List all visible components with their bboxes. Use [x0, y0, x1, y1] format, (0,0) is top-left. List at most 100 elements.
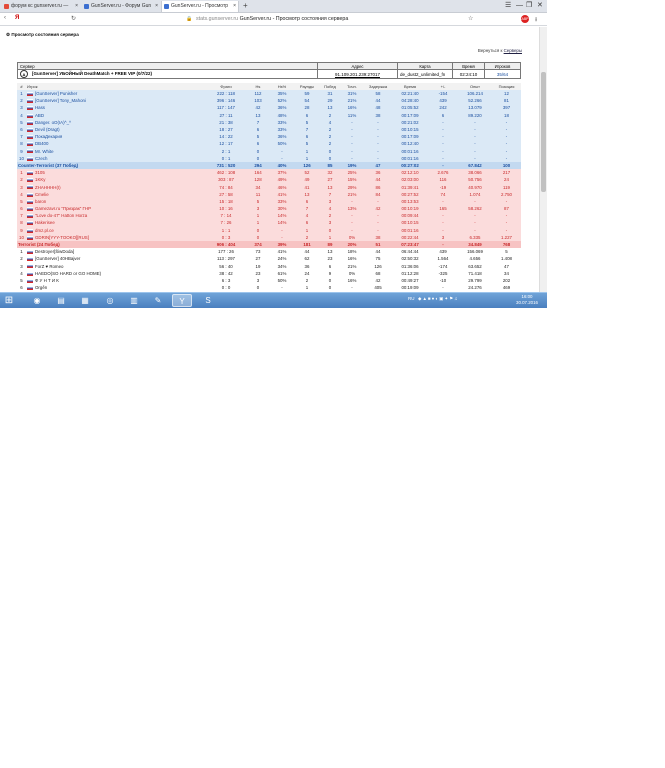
cell-text: 40%: [277, 162, 287, 168]
cell: 6: [17, 205, 26, 213]
tab-forum[interactable]: GunServer.ru - Форум Gun ×: [82, 1, 160, 12]
cell-text: -: [474, 155, 476, 161]
cell-text: 2.676: [437, 170, 449, 176]
cell-text: 02:03:00: [401, 177, 419, 183]
server-address[interactable]: 91.109.201.239:27017: [317, 69, 398, 79]
player-name[interactable]: Mr. White: [26, 147, 206, 155]
player-name[interactable]: [GunServer] Punisher: [26, 90, 206, 98]
cell: 14%: [270, 219, 294, 227]
scrollbar-thumb[interactable]: [541, 72, 546, 192]
reload-icon[interactable]: ↻: [71, 15, 76, 22]
cell: -: [364, 226, 392, 234]
cell: 16%: [340, 255, 364, 263]
tool-icon[interactable]: ✎: [148, 294, 168, 307]
winrar-icon[interactable]: ▥: [124, 294, 144, 307]
yandex-logo-icon[interactable]: Я: [15, 15, 19, 21]
player-name[interactable]: 1KKy: [26, 176, 206, 184]
cell: 0: [320, 147, 340, 155]
player-name[interactable]: HAEDO(SO HARD or GO HOME): [26, 269, 206, 277]
files-icon[interactable]: ▦: [75, 294, 95, 307]
close-tab-icon[interactable]: ×: [155, 1, 158, 12]
cell: 2: [320, 125, 340, 134]
player-name[interactable]: Gamezavr.ru "Призрак" ГНР: [26, 205, 206, 213]
tray-icons[interactable]: ◆▲■●◐▣✦⚑♫: [416, 296, 459, 301]
tab-forum-search[interactable]: форум кс gunserver.ru — ×: [2, 1, 80, 12]
cell: 34%: [270, 262, 294, 270]
cell: 12: [492, 90, 521, 98]
chrome-icon[interactable]: ◉: [27, 294, 47, 307]
page-scrollbar[interactable]: [539, 27, 547, 292]
cell-text: -: [377, 198, 379, 204]
close-tab-icon[interactable]: ×: [233, 1, 236, 12]
windows-start-icon[interactable]: ⊞: [1, 293, 17, 308]
language-indicator[interactable]: RU: [408, 296, 415, 301]
player-name[interactable]: Hass: [26, 104, 206, 112]
cell-text: 0%: [348, 234, 356, 240]
cell: 71.418: [458, 269, 492, 277]
player-name[interactable]: baron: [26, 197, 206, 205]
spectator-player-row: 2 [GunServer] 40HBajver 113 : 297 27 24% 62 23…: [17, 255, 521, 263]
adblock-icon[interactable]: ABP: [521, 15, 529, 23]
cell: 24.276: [458, 284, 492, 292]
cell: 6.335: [458, 233, 492, 241]
player-name[interactable]: ForZ ♥ Romeo: [26, 262, 206, 270]
player-name[interactable]: Orgěn: [26, 284, 206, 292]
download-icon[interactable]: ⭳: [535, 15, 537, 25]
cell: 1 : 1: [206, 226, 246, 234]
cell: 3: [17, 104, 26, 112]
cell-text: -: [442, 148, 444, 154]
cell: 1.074: [458, 190, 492, 198]
new-tab-button[interactable]: +: [243, 0, 248, 12]
bookmark-star-icon[interactable]: ☆: [468, 15, 473, 22]
maximize-icon[interactable]: ❐: [526, 0, 532, 12]
player-name[interactable]: [GunServer] Tony_Mahoni: [26, 97, 206, 105]
player-name[interactable]: Hakerisee: [26, 219, 206, 227]
player-name[interactable]: Ф У Н Т И К: [26, 276, 206, 285]
t-player-row: 4 Cmelie 27 : 58 11 41% 13 7 21% 84 00:27:52 74 1.0…: [17, 190, 521, 198]
cell-text: 5: [20, 119, 23, 125]
player-name[interactable]: GDRIN[YYY-TOOKO][RUS]: [26, 233, 206, 241]
explorer-folder-icon[interactable]: ▤: [51, 294, 71, 307]
cell: -: [270, 226, 294, 234]
cell-text: 54: [304, 98, 310, 104]
skype-icon[interactable]: S: [198, 294, 218, 307]
cell-text: 4: [305, 213, 309, 219]
cell: 38: [364, 111, 392, 119]
clock[interactable]: 16:00 30.07.2016: [512, 294, 542, 306]
steam-icon[interactable]: ◎: [100, 294, 120, 307]
cell-text: Побед: [324, 84, 336, 89]
cell: 0%: [340, 233, 364, 241]
close-window-icon[interactable]: ✕: [537, 0, 543, 12]
player-name[interactable]: Devil (Dragt): [26, 125, 206, 134]
country-flag-icon: [27, 228, 33, 233]
cell: 405: [364, 284, 392, 292]
cell-text: HAEDO(SO HARD or GO HOME): [35, 270, 102, 276]
player-name[interactable]: ABD: [26, 111, 206, 119]
player-name[interactable]: Destroyer[ŠiwDoda]: [26, 248, 206, 256]
cell: 50.756: [458, 176, 492, 184]
menu-icon[interactable]: ☰: [505, 0, 511, 12]
cell-text: 07:23:47: [401, 242, 419, 248]
cell-text: 1.074: [469, 191, 481, 197]
player-name[interactable]: dmz.pl.ce: [26, 226, 206, 234]
player-name[interactable]: Czech: [26, 154, 206, 162]
url-field[interactable]: stats.gunserver.ru GunServer.ru - Просмо…: [196, 16, 348, 22]
player-name[interactable]: ПокаДекария: [26, 133, 206, 141]
player-name[interactable]: Cmelie: [26, 190, 206, 198]
player-name[interactable]: "Love do-47" Hatton Horza: [26, 212, 206, 220]
back-icon[interactable]: ‹: [4, 15, 6, 21]
player-name[interactable]: [GunServer] 40HBajver: [26, 255, 206, 263]
tab-server-status[interactable]: GunServer.ru - Просмотр ×: [161, 1, 239, 12]
player-name[interactable]: 3105: [26, 169, 206, 177]
servers-link[interactable]: Серверы: [504, 48, 522, 53]
player-name[interactable]: ZHAHHHH(I): [26, 183, 206, 191]
cell: 24: [294, 269, 320, 277]
player-name[interactable]: Danger. oO(IA)^_^: [26, 118, 206, 126]
minimize-icon[interactable]: —: [516, 0, 523, 12]
cell: 58.262: [458, 205, 492, 213]
cell-text: 00:10:19: [401, 206, 419, 212]
close-tab-icon[interactable]: ×: [75, 1, 78, 12]
yandex-browser-icon[interactable]: Y: [172, 294, 192, 307]
player-name[interactable]: DB400: [26, 140, 206, 148]
cell-text: 21%: [347, 263, 357, 269]
